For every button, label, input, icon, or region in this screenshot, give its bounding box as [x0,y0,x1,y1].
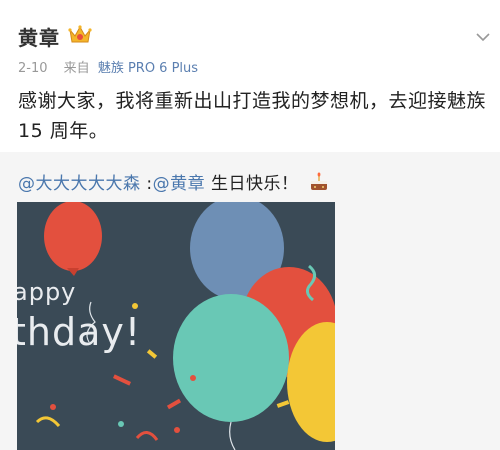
mention-link[interactable]: @黄章 [153,174,206,194]
mention-link[interactable]: @大大大大大森 [18,174,141,194]
mention-separator: : [140,174,153,194]
post-meta: 2-10 来自 魅族 PRO 6 Plus [18,57,198,76]
repost-message: 生日快乐！ [205,174,299,194]
birthday-image[interactable]: appy thday! [17,202,335,450]
repost-text: @大大大大大森 :@黄章 生日快乐！ [18,169,330,194]
image-text-line2: thday! [17,310,142,354]
post-date: 2-10 [18,61,48,76]
source-device[interactable]: 魅族 PRO 6 Plus [98,61,198,76]
birthday-cake-icon [311,172,328,190]
repost-card[interactable]: @大大大大大森 :@黄章 生日快乐！ appy thday! [0,152,500,450]
image-text-line1: appy [17,278,77,306]
crown-badge-icon [68,25,92,43]
source-prefix: 来自 [63,61,90,76]
post-body: 感谢大家，我将重新出山打造我的梦想机，去迎接魅族 15 周年。 [18,90,487,142]
post-header: 黄章 2-10 来自 魅族 PRO 6 Plus 感谢大家，我将重新出山打造我的… [0,0,500,150]
author-name[interactable]: 黄章 [18,22,60,51]
chevron-down-icon[interactable] [474,28,492,46]
